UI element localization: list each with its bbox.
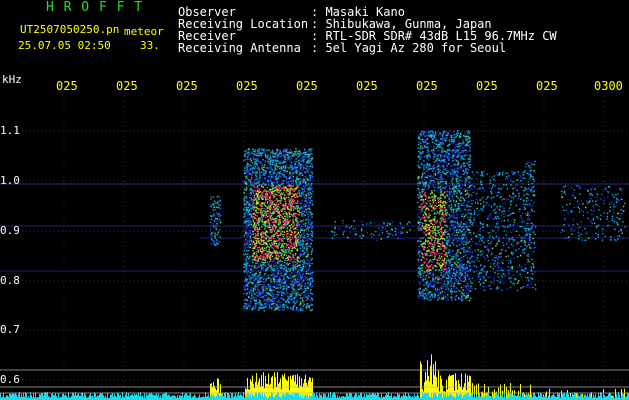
y-tick-label: 1.1 [0, 124, 20, 137]
y-tick-label: 0.9 [0, 224, 20, 237]
y-axis-unit: kHz [2, 73, 22, 86]
spectrogram-window: H R O F F T UT2507050250.pn meteor 25.07… [0, 0, 629, 400]
meteor-echo [560, 185, 626, 242]
x-tick-label: 025 [236, 79, 258, 93]
spectrogram-canvas [0, 96, 629, 400]
mode-label: meteor [124, 25, 164, 38]
count-label: 33. [140, 39, 160, 52]
x-tick-label: 025 [476, 79, 498, 93]
y-tick-label: 0.6 [0, 373, 20, 386]
meteor-echo [417, 130, 472, 302]
y-tick-label: 0.8 [0, 274, 20, 287]
antenna-value: : 5el Yagi Az 280 for Seoul [311, 41, 507, 55]
x-tick-label: 0300 [594, 79, 623, 93]
meteor-echo [243, 148, 314, 312]
x-tick-label: 025 [536, 79, 558, 93]
antenna-label: Receiving Antenna [178, 41, 301, 55]
x-tick-label: 025 [296, 79, 318, 93]
filename-label: UT2507050250.pn [20, 23, 120, 36]
datetime-label: 25.07.05 02:50 [18, 39, 111, 52]
x-tick-label: 025 [356, 79, 378, 93]
y-tick-label: 1.0 [0, 174, 20, 187]
brand-title: H R O F F T [46, 0, 144, 15]
x-tick-label: 025 [56, 79, 78, 93]
y-tick-label: 0.7 [0, 323, 20, 336]
x-tick-label: 025 [176, 79, 198, 93]
x-tick-label: 025 [116, 79, 138, 93]
x-tick-label: 025 [416, 79, 438, 93]
